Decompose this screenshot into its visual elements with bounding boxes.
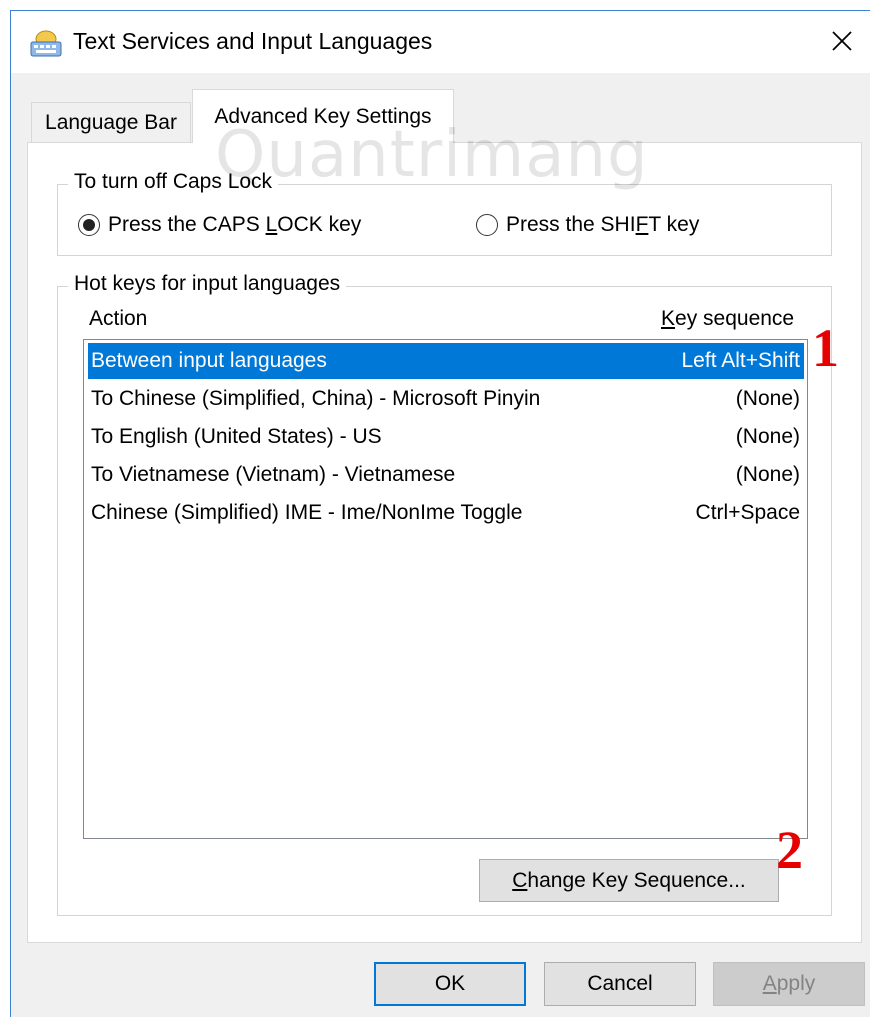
- window-title: Text Services and Input Languages: [73, 28, 433, 54]
- list-item-action: Chinese (Simplified) IME - Ime/NonIme To…: [91, 501, 523, 524]
- cancel-button[interactable]: Cancel: [544, 962, 696, 1006]
- list-item-action: To Chinese (Simplified, China) - Microso…: [91, 387, 541, 410]
- hotkeys-list[interactable]: Between input languages Left Alt+Shift T…: [83, 339, 808, 839]
- radio-dot: [83, 219, 95, 231]
- caps-lock-legend: To turn off Caps Lock: [68, 170, 279, 194]
- ok-button[interactable]: OK: [374, 962, 526, 1006]
- radio-label: Press the CAPS LOCK key: [108, 213, 362, 236]
- column-header-key-sequence[interactable]: Key sequence: [661, 307, 794, 331]
- list-item-key: (None): [735, 387, 800, 410]
- hotkeys-legend: Hot keys for input languages: [68, 272, 347, 296]
- radio-caps-lock-key[interactable]: Press the CAPS LOCK key: [78, 213, 361, 237]
- apply-button[interactable]: Apply: [713, 962, 865, 1006]
- radio-shift-key[interactable]: Press the SHIFT key: [476, 213, 699, 237]
- radio-button-unselected[interactable]: [476, 214, 498, 236]
- button-label: Apply: [762, 972, 816, 995]
- list-item[interactable]: To Vietnamese (Vietnam) - Vietnamese (No…: [88, 457, 804, 493]
- caps-lock-group: To turn off Caps Lock Press the CAPS LOC…: [57, 170, 832, 256]
- list-item[interactable]: Between input languages Left Alt+Shift: [88, 343, 804, 379]
- list-item[interactable]: To English (United States) - US (None): [88, 419, 804, 455]
- list-item-key: (None): [735, 425, 800, 448]
- list-item-key: (None): [735, 463, 800, 486]
- button-label: Cancel: [587, 972, 653, 995]
- annotation-step-1: 1: [812, 318, 839, 378]
- list-item-key: Left Alt+Shift: [681, 349, 801, 372]
- list-item-action: Between input languages: [91, 349, 327, 372]
- radio-label: Press the SHIFT key: [506, 213, 700, 236]
- change-key-sequence-button[interactable]: Change Key Sequence...: [479, 859, 779, 902]
- tab-label: Language Bar: [45, 110, 177, 134]
- radio-button-selected[interactable]: [78, 214, 100, 236]
- button-label: Change Key Sequence...: [512, 868, 746, 892]
- list-item[interactable]: Chinese (Simplified) IME - Ime/NonIme To…: [88, 495, 804, 531]
- tab-advanced-key-settings[interactable]: Advanced Key Settings: [192, 89, 454, 143]
- keyboard-icon: [30, 30, 62, 57]
- close-icon: [832, 31, 852, 51]
- list-item-action: To Vietnamese (Vietnam) - Vietnamese: [91, 463, 456, 486]
- list-item[interactable]: To Chinese (Simplified, China) - Microso…: [88, 381, 804, 417]
- tab-panel: To turn off Caps Lock Press the CAPS LOC…: [27, 142, 862, 943]
- button-label: OK: [434, 972, 466, 995]
- tab-language-bar[interactable]: Language Bar: [31, 102, 191, 142]
- column-header-action[interactable]: Action: [89, 307, 147, 331]
- dialog-window: Text Services and Input Languages Langua…: [10, 10, 870, 1017]
- list-item-key: Ctrl+Space: [695, 501, 800, 524]
- title-bar[interactable]: Text Services and Input Languages: [11, 11, 870, 73]
- list-item-action: To English (United States) - US: [91, 425, 382, 448]
- tab-label: Advanced Key Settings: [214, 104, 432, 128]
- close-button[interactable]: [822, 21, 862, 61]
- annotation-step-2: 2: [776, 820, 803, 880]
